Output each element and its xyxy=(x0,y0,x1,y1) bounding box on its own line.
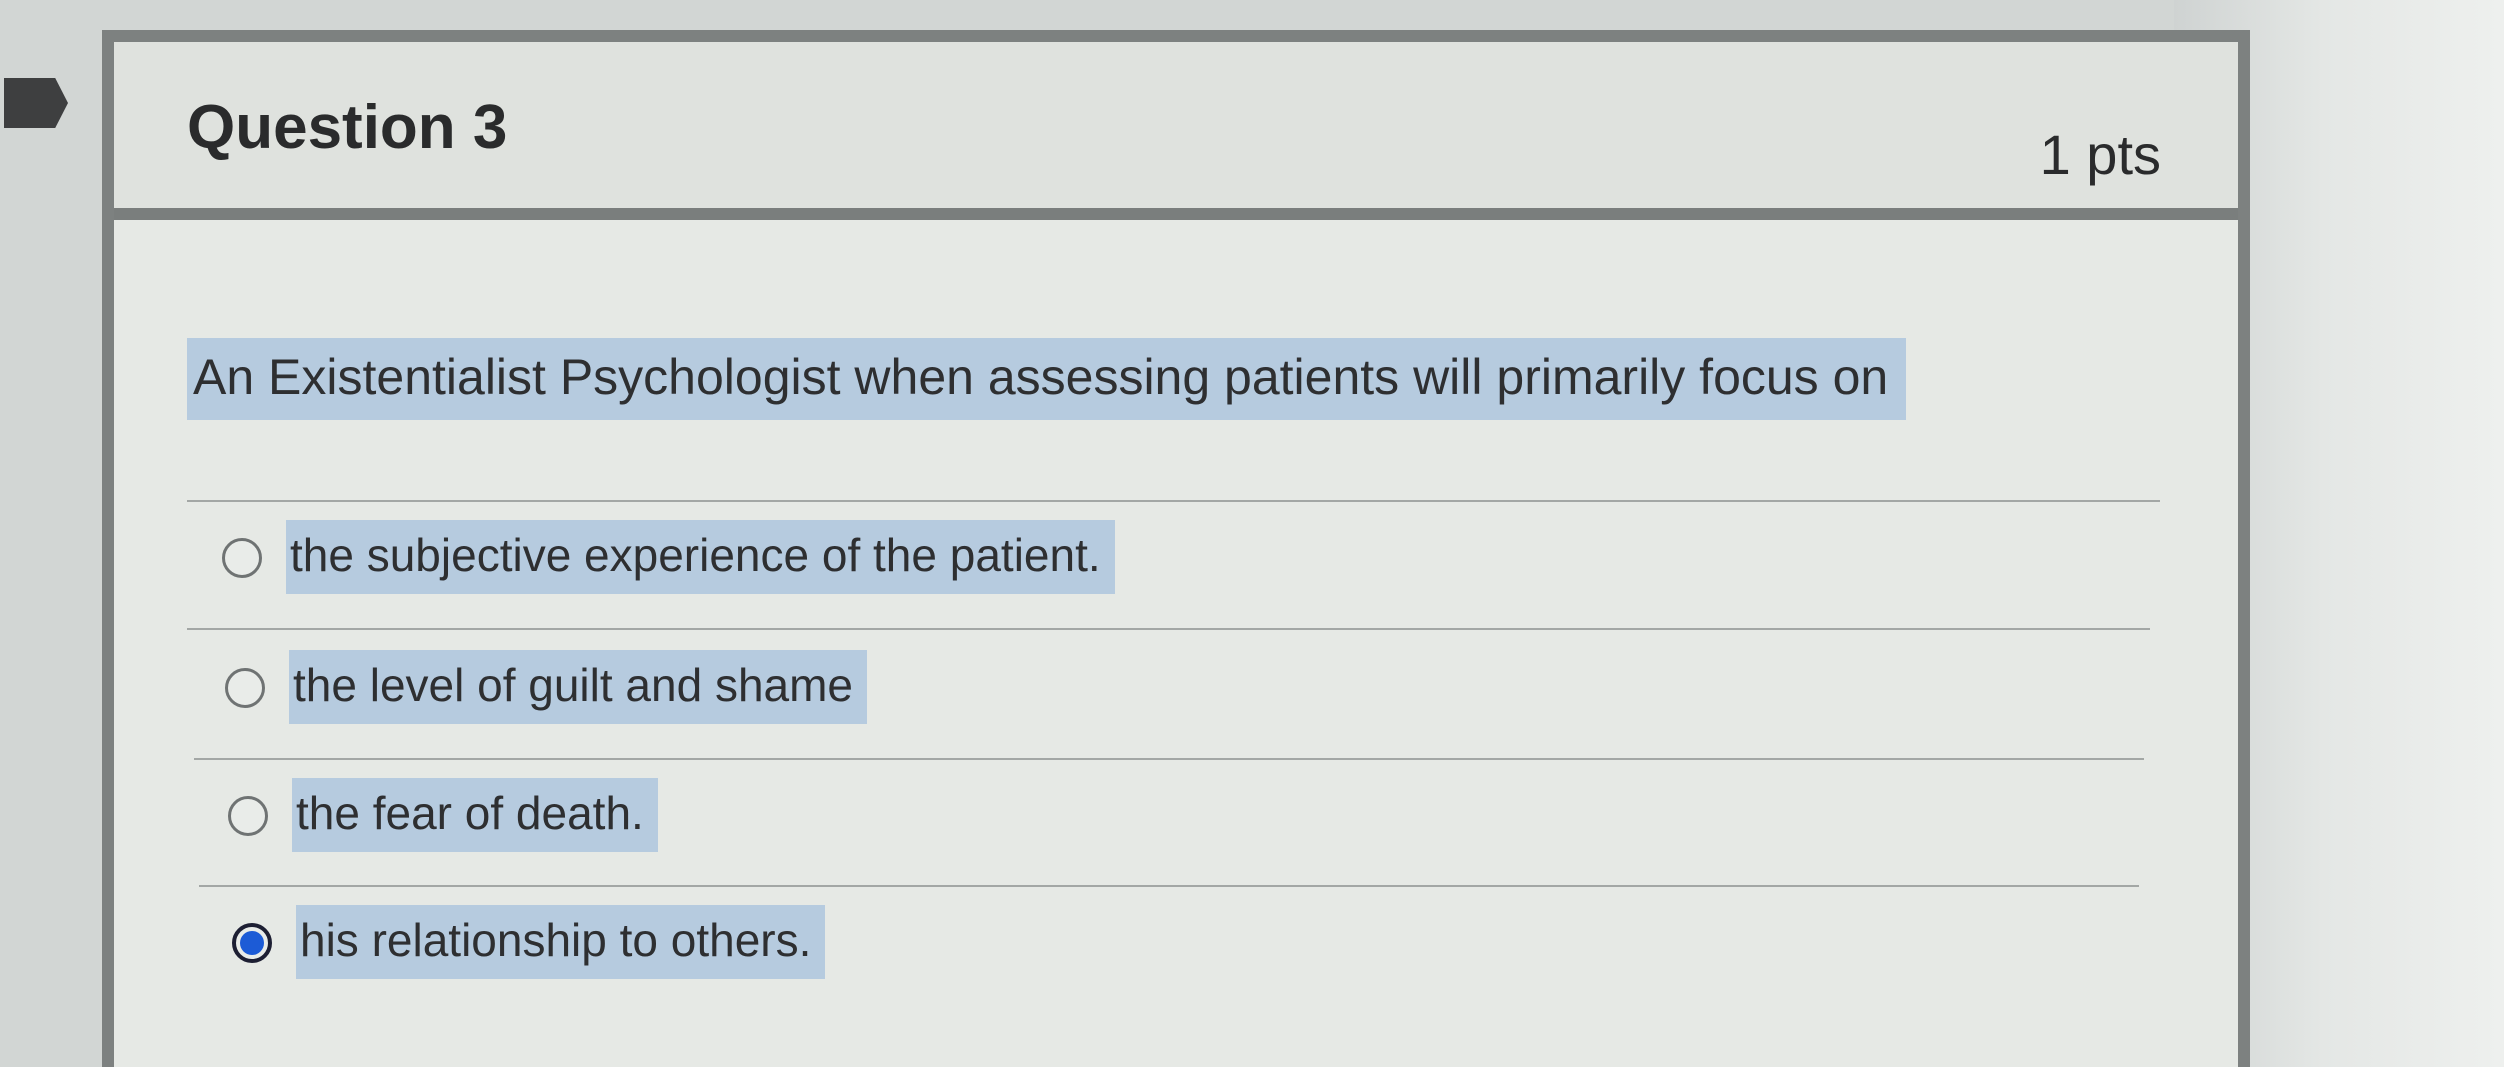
radio-dot xyxy=(240,931,264,955)
answer-divider xyxy=(194,758,2144,760)
question-text: An Existentialist Psychologist when asse… xyxy=(187,338,1907,420)
radio-unchecked-icon[interactable] xyxy=(225,668,265,708)
answer-label[interactable]: his relationship to others. xyxy=(296,905,826,979)
answer-divider xyxy=(187,628,2150,630)
answer-divider xyxy=(199,885,2139,887)
question-body: An Existentialist Psychologist when asse… xyxy=(114,220,2238,1067)
answer-divider xyxy=(187,500,2160,502)
radio-checked-icon[interactable] xyxy=(232,923,272,963)
question-header: Question 3 1 pts xyxy=(114,42,2238,220)
question-title: Question 3 xyxy=(187,93,508,162)
answer-label[interactable]: the level of guilt and shame xyxy=(289,650,868,724)
radio-unchecked-icon[interactable] xyxy=(228,796,268,836)
answer-label[interactable]: the fear of death. xyxy=(292,778,658,852)
radio-unchecked-icon[interactable] xyxy=(222,538,262,578)
answer-label[interactable]: the subjective experience of the patient… xyxy=(286,520,1115,594)
question-card: Question 3 1 pts An Existentialist Psych… xyxy=(102,30,2250,1067)
question-points: 1 pts xyxy=(2039,123,2161,186)
bookmark-flag-icon[interactable] xyxy=(4,78,68,128)
